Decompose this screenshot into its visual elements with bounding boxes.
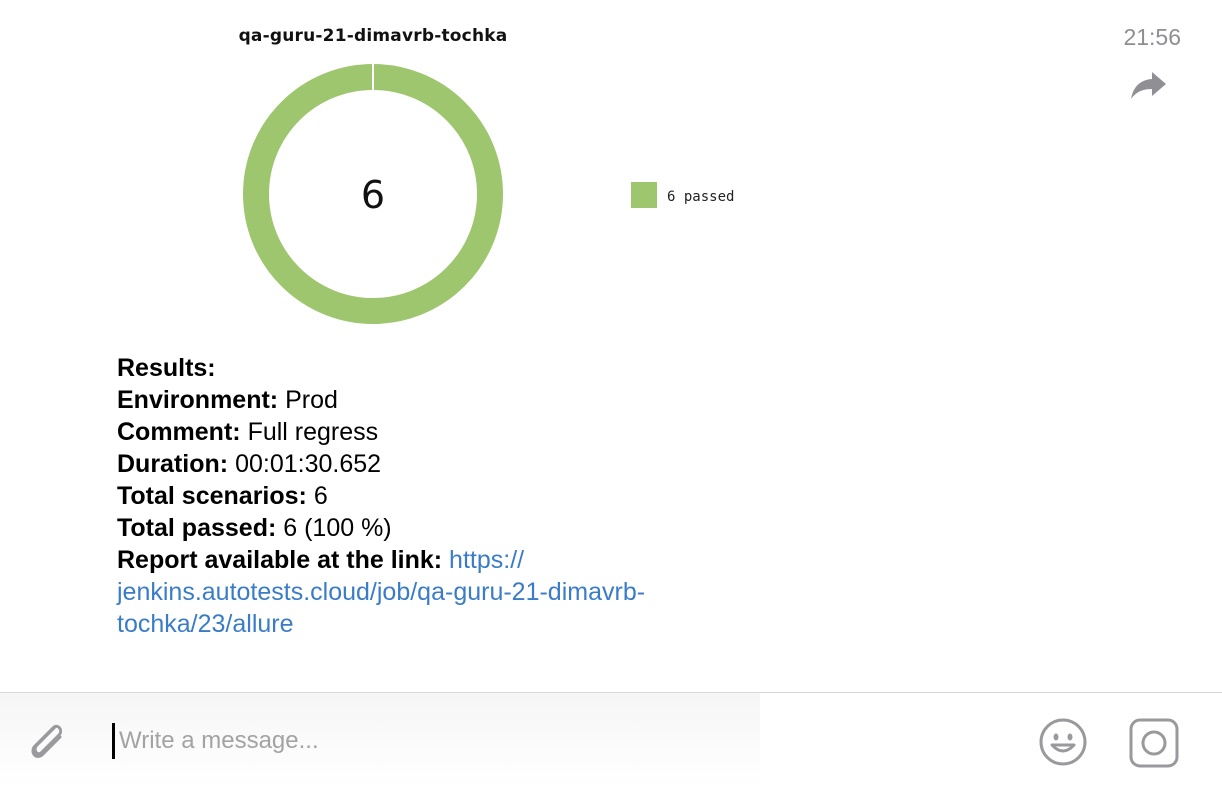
share-icon[interactable]: [1128, 68, 1168, 102]
duration-label: Duration:: [117, 450, 229, 478]
message-composer: [0, 692, 1222, 789]
chart-title: qa-guru-21-dimavrb-tochka: [238, 26, 508, 46]
report-link-part3[interactable]: tochka/23/allure: [117, 608, 645, 640]
total-scenarios-label: Total scenarios:: [117, 482, 307, 510]
message-bubble: 21:56 6 6 passed qa-guru-21-dimavrb-toch…: [0, 0, 1222, 692]
report-link-part2[interactable]: jenkins.autotests.cloud/job/qa-guru-21-d…: [117, 576, 645, 608]
duration-value: 00:01:30.652: [235, 450, 382, 478]
report-link-part1[interactable]: https://: [449, 546, 524, 574]
emoji-icon[interactable]: [1038, 717, 1088, 767]
chat-area: 21:56 6 6 passed qa-guru-21-dimavrb-toch…: [0, 0, 1222, 692]
report-label: Report available at the link:: [117, 546, 443, 574]
report-chart-image[interactable]: 6 6 passed qa-guru-21-dimavrb-tochka: [220, 20, 780, 340]
message-input[interactable]: [112, 723, 999, 759]
results-heading: Results:: [117, 354, 216, 382]
environment-value: Prod: [285, 386, 338, 414]
results-text: Results: Environment: Prod Comment: Full…: [117, 352, 645, 640]
message-time: 21:56: [1123, 24, 1181, 50]
total-scenarios-value: 6: [313, 482, 328, 510]
legend-label-passed: 6 passed: [667, 189, 734, 205]
comment-value: Full regress: [247, 418, 379, 446]
total-passed-label: Total passed:: [117, 514, 277, 542]
donut-center-value: 6: [361, 173, 385, 217]
camera-icon[interactable]: [1128, 717, 1180, 769]
donut-chart: 6 6 passed: [243, 64, 734, 324]
environment-label: Environment:: [117, 386, 279, 414]
legend-swatch-passed: [631, 182, 657, 208]
paperclip-icon[interactable]: [22, 715, 70, 763]
total-passed-value: 6 (100 %): [283, 514, 392, 542]
comment-label: Comment:: [117, 418, 241, 446]
